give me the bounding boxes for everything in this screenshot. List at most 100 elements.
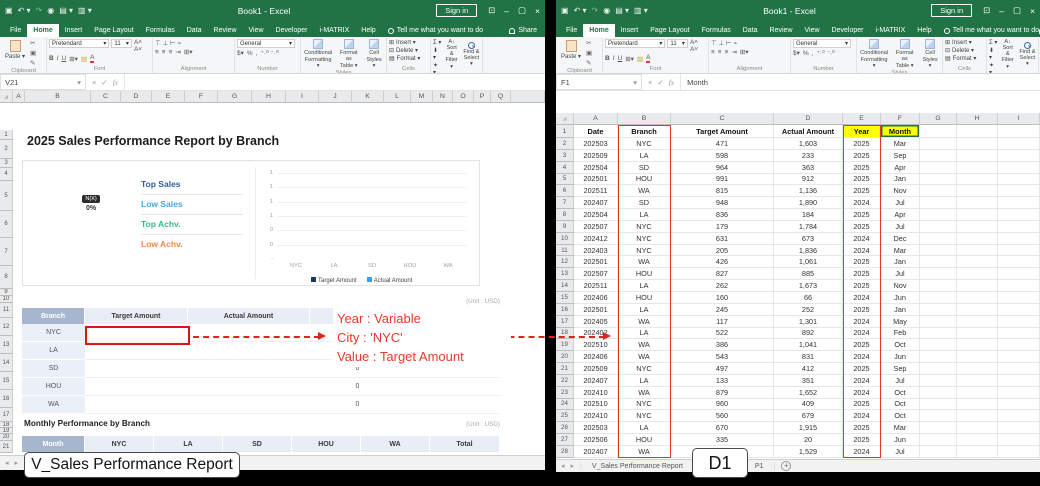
- data-cell[interactable]: Feb: [881, 328, 920, 340]
- sheet-nav-left-icon[interactable]: ◂: [561, 462, 565, 470]
- qat-extra-icon[interactable]: ▥ ▾: [78, 7, 92, 15]
- data-cell[interactable]: [957, 351, 998, 363]
- data-cell[interactable]: [920, 410, 957, 422]
- data-cell[interactable]: LA: [618, 209, 671, 221]
- align-left-icon[interactable]: ≡: [711, 49, 715, 56]
- data-cell[interactable]: 202501: [574, 174, 618, 186]
- data-cell[interactable]: [957, 399, 998, 411]
- data-cell[interactable]: 202507: [574, 221, 618, 233]
- data-cell[interactable]: Apr: [881, 162, 920, 174]
- column-header-F[interactable]: F: [185, 91, 218, 103]
- ribbon-tab-review[interactable]: Review: [208, 24, 243, 37]
- header-cell-actual-amount[interactable]: Actual Amount: [774, 125, 843, 138]
- data-cell[interactable]: [920, 197, 957, 209]
- insert-function-icon[interactable]: fx: [113, 78, 118, 87]
- borders-icon[interactable]: ⊞▾: [69, 55, 78, 63]
- indent-icon[interactable]: ⇥: [175, 48, 180, 56]
- data-cell[interactable]: 2025: [843, 304, 881, 316]
- column-header-F[interactable]: F: [881, 113, 920, 125]
- column-header-M[interactable]: M: [411, 91, 433, 103]
- ribbon-tab-view[interactable]: View: [799, 24, 826, 37]
- paste-button[interactable]: Paste ▾: [3, 39, 27, 61]
- row-header-16[interactable]: 16: [556, 304, 574, 316]
- data-cell[interactable]: SD: [618, 162, 671, 174]
- decimal-icons[interactable]: ⁺·⁰ ⁻·⁰: [816, 49, 834, 57]
- merge-center-icon[interactable]: ⊞▾: [184, 48, 193, 56]
- data-cell[interactable]: [957, 233, 998, 245]
- column-header-B[interactable]: B: [25, 91, 91, 103]
- data-cell[interactable]: [920, 162, 957, 174]
- ribbon-tab-review[interactable]: Review: [764, 24, 799, 37]
- font-name-input[interactable]: Pretendard▾: [49, 39, 109, 48]
- tell-me-box[interactable]: Tell me what you want to do: [388, 27, 483, 37]
- data-cell[interactable]: Mar: [881, 245, 920, 257]
- format-painter-icon[interactable]: ✎: [586, 59, 592, 67]
- data-cell[interactable]: [998, 245, 1040, 257]
- data-cell[interactable]: 2025: [843, 399, 881, 411]
- data-cell[interactable]: 117: [671, 316, 774, 328]
- ribbon-tab-formulas[interactable]: Formulas: [696, 24, 737, 37]
- data-cell[interactable]: 202503: [574, 138, 618, 150]
- row-header-7[interactable]: 7: [556, 197, 574, 209]
- align-center-icon[interactable]: ≡: [162, 49, 166, 56]
- row-header-3[interactable]: 3: [556, 150, 574, 162]
- row-header-4[interactable]: 4: [0, 168, 13, 181]
- align-right-icon[interactable]: ≡: [725, 49, 729, 56]
- data-cell[interactable]: 670: [671, 422, 774, 434]
- data-cell[interactable]: 2025: [843, 434, 881, 446]
- data-cell[interactable]: May: [881, 316, 920, 328]
- ribbon-tab-i-matrix[interactable]: i-MATRIX: [313, 24, 355, 37]
- data-cell[interactable]: Jul: [881, 375, 920, 387]
- data-cell[interactable]: 233: [774, 150, 843, 162]
- bold-button[interactable]: B: [49, 55, 54, 62]
- data-cell[interactable]: 892: [774, 328, 843, 340]
- format-painter-icon[interactable]: ✎: [30, 59, 36, 67]
- chevron-down-icon[interactable]: ▾: [289, 40, 292, 47]
- row-header-9[interactable]: 9: [556, 221, 574, 233]
- data-cell[interactable]: 2025: [843, 221, 881, 233]
- data-cell[interactable]: [957, 280, 998, 292]
- close-icon[interactable]: ×: [535, 6, 540, 16]
- row-header-21[interactable]: 21: [556, 363, 574, 375]
- data-cell[interactable]: 2025: [843, 256, 881, 268]
- data-cell[interactable]: 2025: [843, 422, 881, 434]
- data-cell[interactable]: [998, 422, 1040, 434]
- ribbon-tab-help[interactable]: Help: [911, 24, 937, 37]
- column-header-I[interactable]: I: [998, 113, 1040, 125]
- data-cell[interactable]: [920, 245, 957, 257]
- camera-icon[interactable]: ◉: [603, 7, 610, 15]
- select-all-corner[interactable]: ◢: [556, 113, 574, 125]
- data-cell[interactable]: [957, 292, 998, 304]
- table1-value-cell[interactable]: [85, 360, 188, 378]
- data-cell[interactable]: Apr: [881, 209, 920, 221]
- row-header-16[interactable]: 16: [0, 390, 13, 408]
- row-header-17[interactable]: 17: [556, 316, 574, 328]
- data-cell[interactable]: 1,136: [774, 185, 843, 197]
- data-cell[interactable]: [920, 221, 957, 233]
- data-cell[interactable]: 205: [671, 245, 774, 257]
- font-color-icon[interactable]: A: [646, 54, 650, 63]
- formula-input[interactable]: [125, 74, 545, 90]
- align-left-icon[interactable]: ≡: [155, 49, 159, 56]
- format-button[interactable]: ▤Format ▾: [945, 55, 976, 62]
- data-cell[interactable]: [957, 209, 998, 221]
- clear-icon[interactable]: ✦ ▾: [989, 62, 997, 74]
- data-cell[interactable]: 471: [671, 138, 774, 150]
- column-header-C[interactable]: C: [91, 91, 121, 103]
- header-cell-empty[interactable]: [998, 125, 1040, 138]
- data-cell[interactable]: Jul: [881, 197, 920, 209]
- data-cell[interactable]: [957, 375, 998, 387]
- data-cell[interactable]: WA: [618, 387, 671, 399]
- undo-icon[interactable]: ↶ ▾: [574, 7, 587, 15]
- ribbon-tab-view[interactable]: View: [243, 24, 270, 37]
- ribbon-tab-help[interactable]: Help: [355, 24, 381, 37]
- chevron-down-icon[interactable]: ▾: [126, 40, 129, 47]
- data-cell[interactable]: WA: [618, 351, 671, 363]
- data-cell[interactable]: 363: [774, 162, 843, 174]
- table1-value-cell[interactable]: [188, 378, 310, 396]
- data-cell[interactable]: 827: [671, 268, 774, 280]
- data-cell[interactable]: 386: [671, 339, 774, 351]
- fill-icon[interactable]: ⬇ ▾: [989, 47, 997, 61]
- cancel-icon[interactable]: ×: [92, 78, 96, 87]
- data-cell[interactable]: [998, 233, 1040, 245]
